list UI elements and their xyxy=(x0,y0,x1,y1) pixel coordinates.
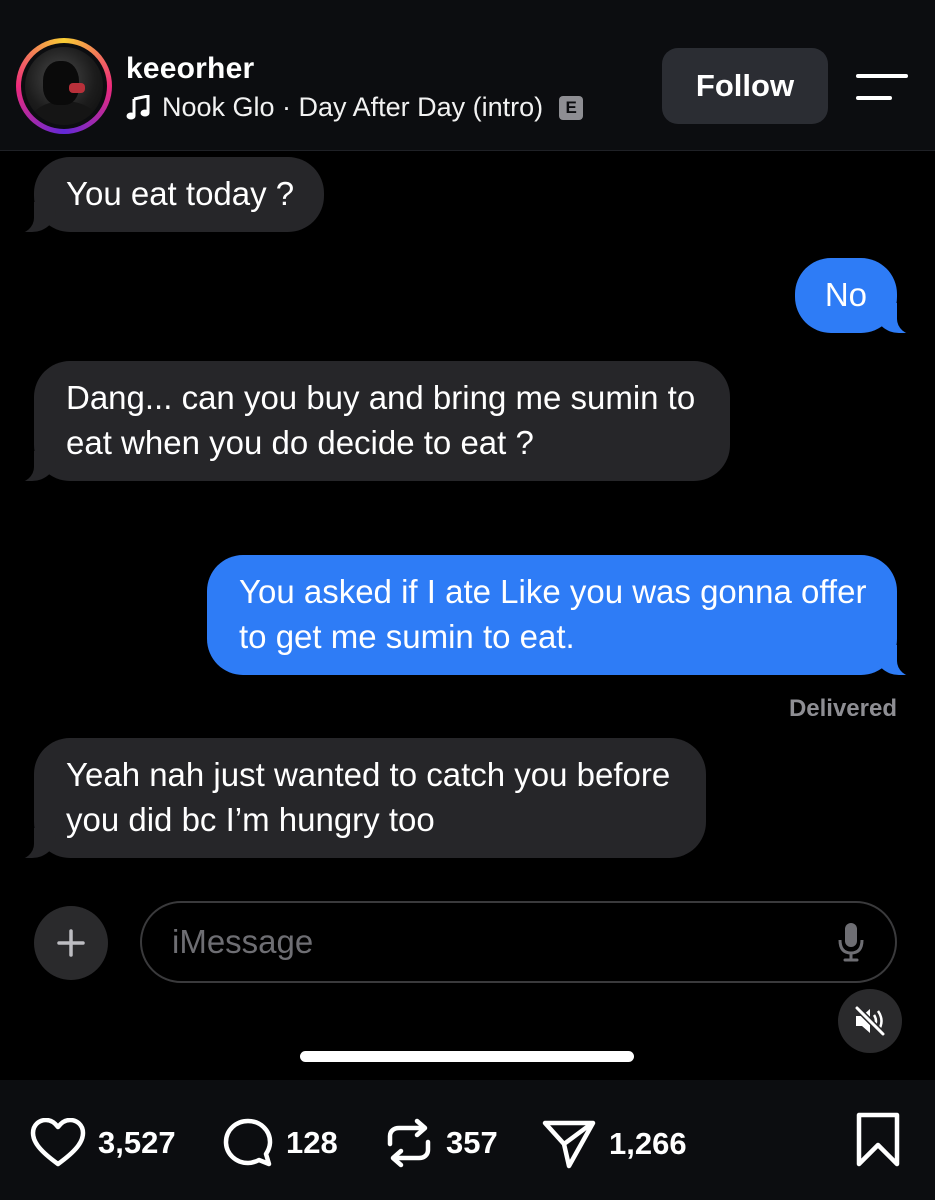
message-bubble-incoming: Dang... can you buy and bring me sumin t… xyxy=(10,361,730,483)
bookmark-icon[interactable] xyxy=(855,1112,901,1168)
comment-button[interactable]: 128 xyxy=(222,1118,338,1168)
avatar-frame xyxy=(21,43,107,129)
add-attachment-button[interactable] xyxy=(34,906,108,980)
explicit-badge: E xyxy=(559,95,584,120)
message-bubble-incoming: You eat today ? xyxy=(9,157,325,234)
post-actions-bar: 3,527 128 357 1,266 xyxy=(0,1080,935,1200)
plus-icon xyxy=(57,929,85,957)
microphone-icon[interactable] xyxy=(837,921,865,963)
message-bubble-incoming: Yeah nah just wanted to catch you before… xyxy=(10,738,706,860)
like-button[interactable]: 3,527 xyxy=(30,1118,176,1168)
message-thread: You eat today ? No Dang... can you buy a… xyxy=(0,151,935,1080)
imessage-input[interactable]: iMessage xyxy=(140,901,897,983)
delivered-status: Delivered xyxy=(788,695,897,722)
message-bubble-outgoing: You asked if I ate Like you was gonna of… xyxy=(207,555,921,677)
mute-button[interactable] xyxy=(838,989,902,1053)
comment-count: 128 xyxy=(286,1125,338,1160)
send-icon xyxy=(542,1120,596,1169)
repost-icon xyxy=(387,1118,431,1168)
music-attribution[interactable]: Nook Glo · Day After Day (intro) E xyxy=(126,92,584,123)
music-note-icon xyxy=(126,94,150,119)
comment-icon xyxy=(223,1118,273,1167)
post-header: keeorher Nook Glo · Day After Day (intro… xyxy=(0,0,935,151)
repost-count: 357 xyxy=(446,1125,498,1160)
home-indicator xyxy=(300,1051,634,1062)
menu-icon[interactable] xyxy=(852,70,910,106)
avatar[interactable] xyxy=(16,38,112,134)
like-count: 3,527 xyxy=(98,1125,176,1160)
message-bubble-outgoing: No xyxy=(794,258,922,335)
repost-button[interactable]: 357 xyxy=(384,1118,498,1168)
music-label: Nook Glo · Day After Day (intro) xyxy=(162,92,544,122)
mute-icon xyxy=(854,1006,886,1036)
share-button[interactable]: 1,266 xyxy=(541,1118,687,1170)
follow-button[interactable]: Follow xyxy=(662,48,828,124)
username[interactable]: keeorher xyxy=(126,52,254,86)
heart-icon xyxy=(30,1118,86,1167)
avatar-image xyxy=(25,47,103,125)
imessage-placeholder: iMessage xyxy=(172,923,314,960)
share-count: 1,266 xyxy=(609,1126,687,1161)
